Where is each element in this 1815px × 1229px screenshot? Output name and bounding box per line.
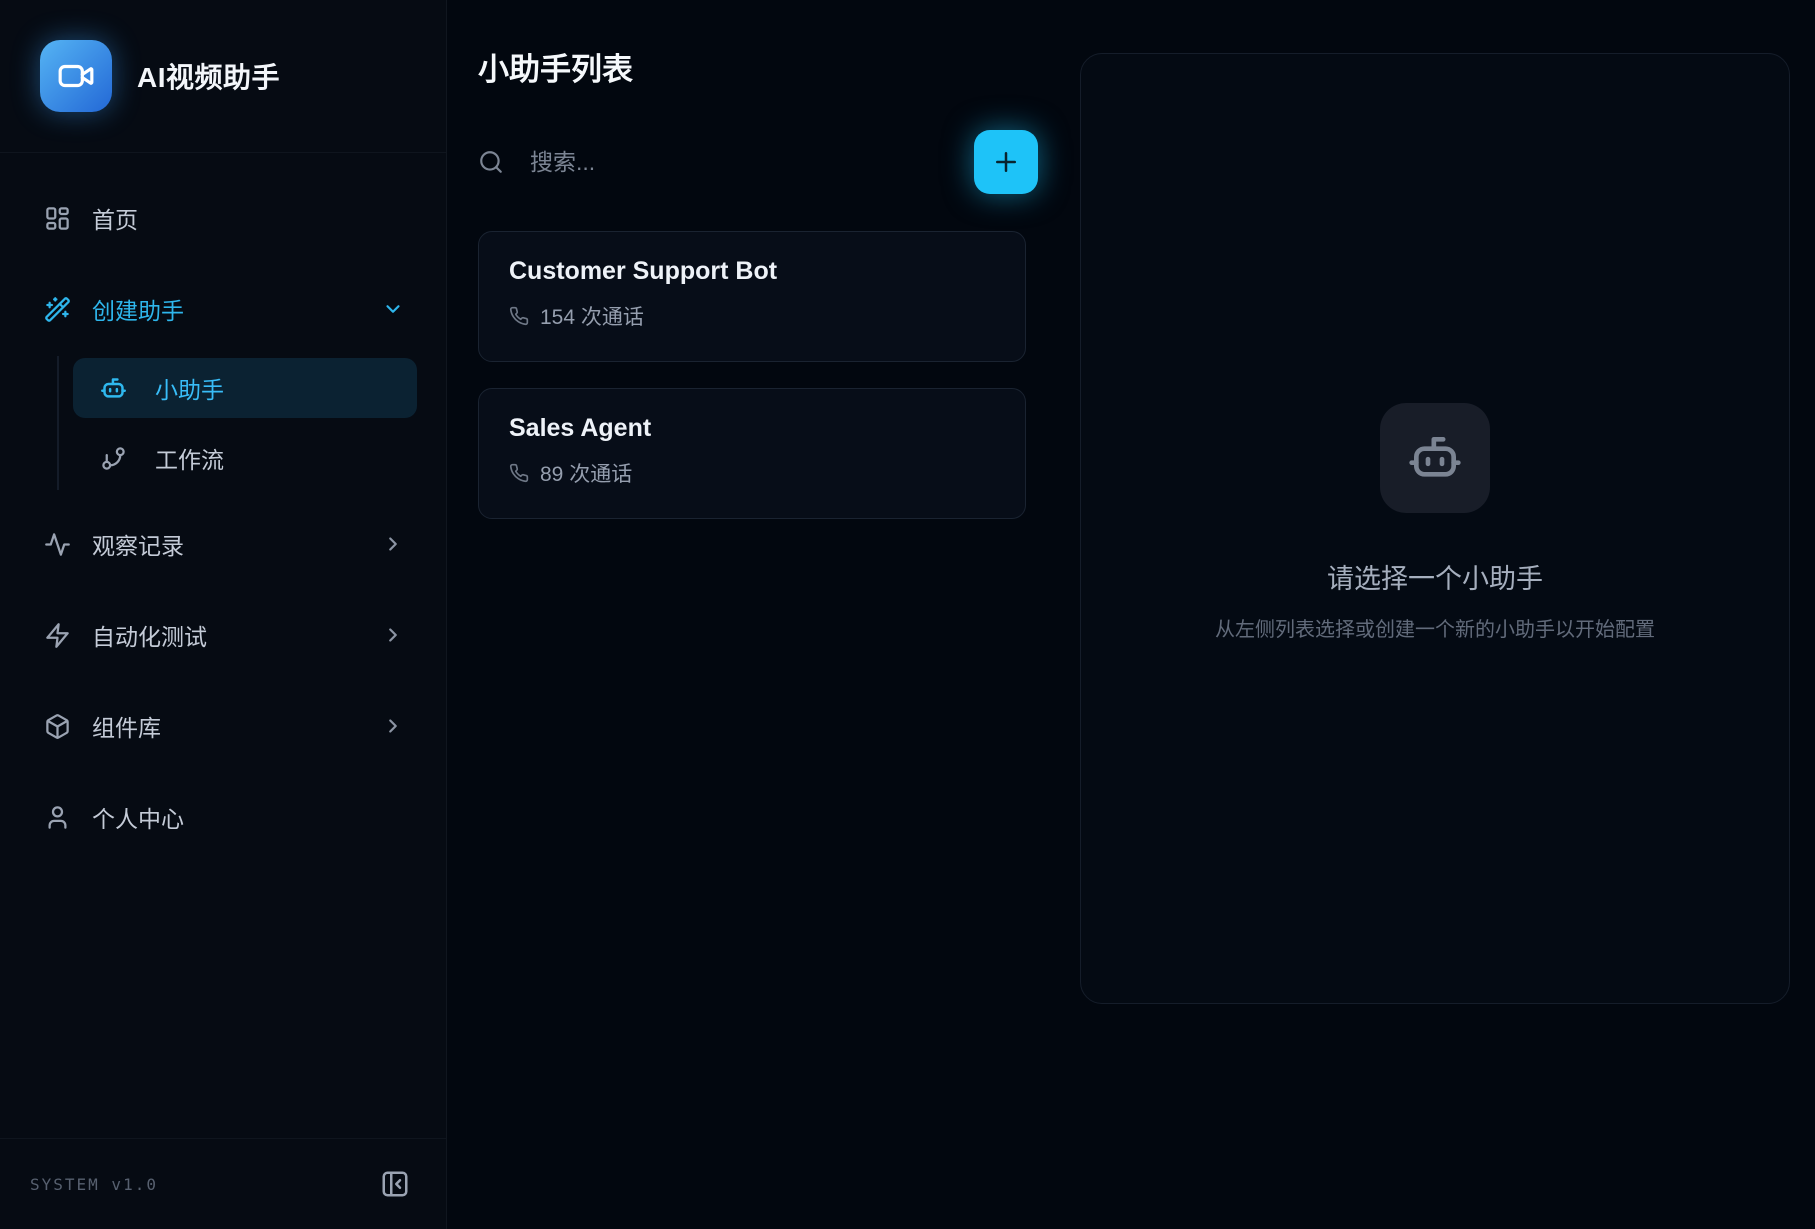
- user-icon: [44, 804, 71, 831]
- activity-icon: [44, 531, 71, 558]
- assistant-call-count: 89 次通话: [540, 458, 632, 488]
- assistant-card-list: Customer Support Bot 154 次通话 Sales Agent: [478, 231, 1026, 519]
- assistant-name: Sales Agent: [509, 414, 995, 443]
- sidebar-item-home[interactable]: 首页: [24, 190, 422, 246]
- app-title: AI视频助手: [137, 56, 280, 96]
- add-assistant-button[interactable]: [974, 130, 1038, 194]
- bot-icon: [100, 375, 127, 402]
- sidebar-item-label: 小助手: [155, 371, 224, 405]
- sidebar-item-component-library[interactable]: 组件库: [24, 698, 422, 754]
- assistant-call-count: 154 次通话: [540, 301, 644, 331]
- sidebar-item-profile[interactable]: 个人中心: [24, 789, 422, 845]
- empty-state-subtitle: 从左侧列表选择或创建一个新的小助手以开始配置: [1215, 613, 1655, 642]
- sidebar-nav: 首页 创建助手 小助手: [0, 153, 446, 845]
- sidebar-item-workflow[interactable]: 工作流: [73, 428, 417, 488]
- magic-wand-icon: [44, 296, 71, 323]
- chevron-right-icon: [382, 533, 404, 555]
- sidebar-header: AI视频助手: [0, 0, 446, 153]
- chevron-down-icon: [382, 298, 404, 320]
- assistant-detail-panel: 请选择一个小助手 从左侧列表选择或创建一个新的小助手以开始配置: [1080, 53, 1790, 1004]
- empty-state-icon-box: [1380, 403, 1490, 513]
- sidebar-item-observation-logs[interactable]: 观察记录: [24, 516, 422, 572]
- sidebar-item-automation-testing[interactable]: 自动化测试: [24, 607, 422, 663]
- sidebar-item-label: 自动化测试: [92, 618, 382, 652]
- video-camera-icon: [57, 57, 95, 95]
- sidebar-item-label: 观察记录: [92, 527, 382, 561]
- assistant-card[interactable]: Customer Support Bot 154 次通话: [478, 231, 1026, 362]
- search-input[interactable]: [530, 149, 954, 176]
- sidebar-item-label: 创建助手: [92, 292, 382, 326]
- collapse-sidebar-button[interactable]: [380, 1169, 410, 1199]
- create-assistant-submenu: 小助手 工作流: [24, 358, 422, 488]
- empty-state: 请选择一个小助手 从左侧列表选择或创建一个新的小助手以开始配置: [1215, 403, 1655, 642]
- box-icon: [44, 713, 71, 740]
- sidebar-item-label: 首页: [92, 201, 404, 235]
- chevron-right-icon: [382, 624, 404, 646]
- zap-icon: [44, 622, 71, 649]
- page-title: 小助手列表: [478, 44, 1080, 89]
- sidebar-item-label: 组件库: [92, 709, 382, 743]
- plus-icon: [991, 147, 1021, 177]
- assistant-list-panel: 小助手列表 Customer Support Bot: [447, 0, 1080, 1229]
- panel-left-close-icon: [380, 1169, 410, 1199]
- phone-icon: [509, 306, 529, 326]
- sidebar-item-label: 个人中心: [92, 800, 404, 834]
- sidebar-item-create-assistant[interactable]: 创建助手: [24, 281, 422, 337]
- sidebar: AI视频助手 首页 创建助手: [0, 0, 447, 1229]
- assistant-call-count-row: 89 次通话: [509, 458, 995, 488]
- dashboard-icon: [44, 205, 71, 232]
- sidebar-footer: SYSTEM v1.0: [0, 1138, 446, 1229]
- search-row: [478, 129, 1038, 195]
- assistant-call-count-row: 154 次通话: [509, 301, 995, 331]
- git-branch-icon: [100, 445, 127, 472]
- chevron-right-icon: [382, 715, 404, 737]
- sidebar-item-assistants[interactable]: 小助手: [73, 358, 417, 418]
- search-icon: [478, 149, 504, 175]
- app-logo: [40, 40, 112, 112]
- bot-icon: [1407, 430, 1463, 486]
- assistant-card[interactable]: Sales Agent 89 次通话: [478, 388, 1026, 519]
- assistant-name: Customer Support Bot: [509, 257, 995, 286]
- phone-icon: [509, 463, 529, 483]
- system-version-label: SYSTEM v1.0: [30, 1175, 158, 1194]
- empty-state-title: 请选择一个小助手: [1327, 557, 1543, 596]
- sidebar-item-label: 工作流: [155, 441, 224, 475]
